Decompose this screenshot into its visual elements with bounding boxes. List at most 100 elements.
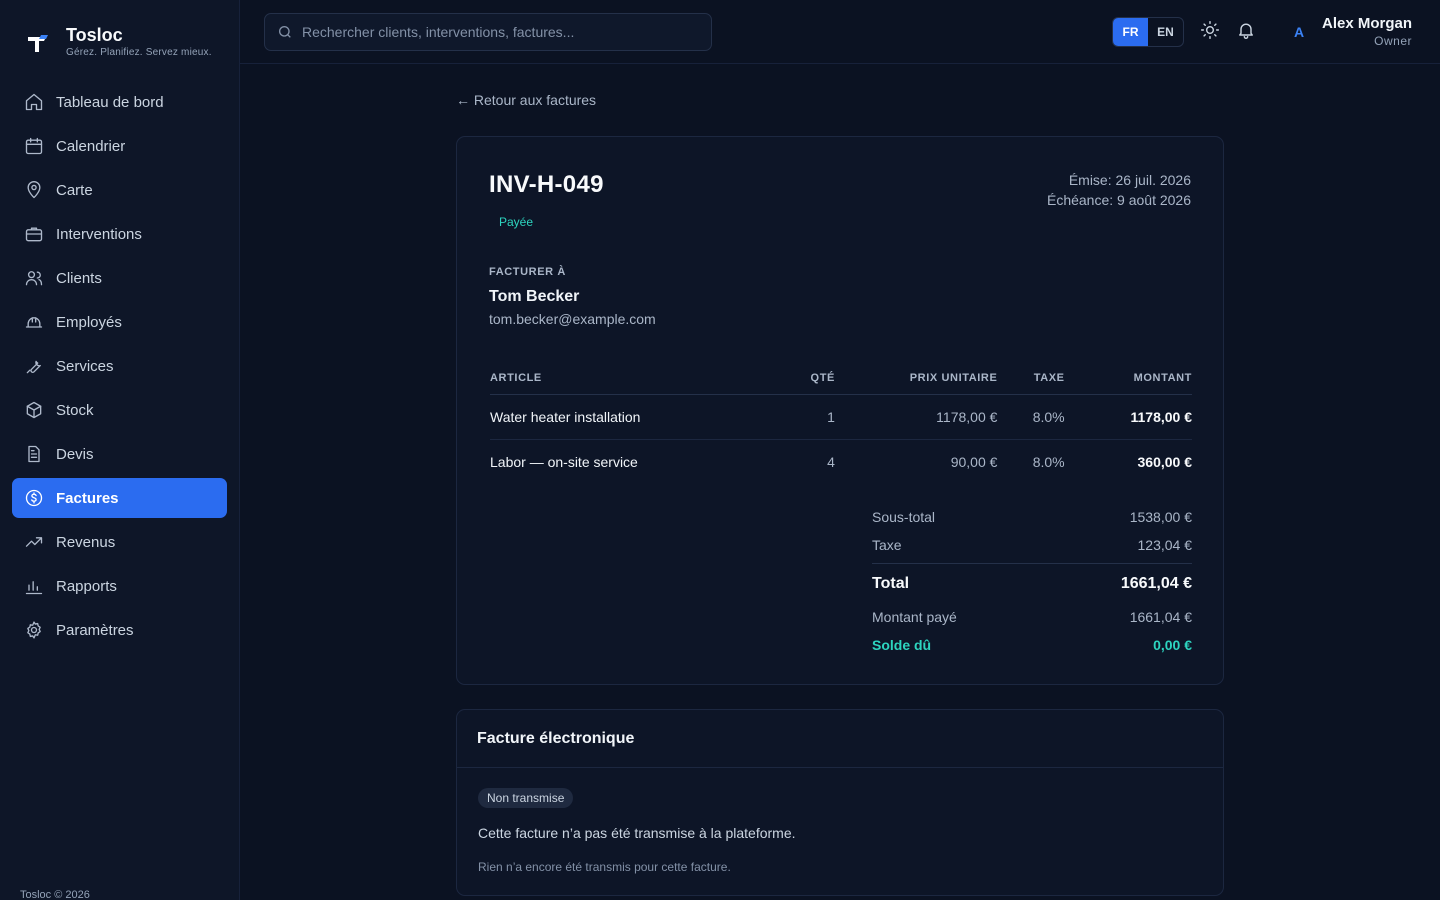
sidebar-item-revenue[interactable]: Revenus — [12, 522, 227, 562]
balance-due-label: Solde dû — [872, 637, 932, 653]
sidebar-item-dashboard[interactable]: Tableau de bord — [12, 82, 227, 122]
item-qty: 1 — [790, 394, 835, 440]
lang-en-button[interactable]: EN — [1148, 18, 1183, 46]
item-tax: 8.0% — [1032, 453, 1065, 470]
lang-fr-button[interactable]: FR — [1113, 18, 1148, 46]
sidebar-item-stock[interactable]: Stock — [12, 390, 227, 430]
bill-to-label: FACTURER À — [489, 266, 566, 278]
trending-up-icon — [25, 537, 43, 547]
invoice-items-table: ARTICLE QTÉ PRIX UNITAIRE TAXE MONTANT W… — [490, 362, 1192, 484]
sidebar-item-label: Stock — [56, 401, 94, 419]
tax-value: 123,04 € — [1137, 537, 1193, 553]
column-header-qty: QTÉ — [790, 362, 835, 395]
invoice-card: INV-H-049 Payée Émise: 26 juil. 2026 Éch… — [456, 136, 1224, 685]
sidebar-item-label: Factures — [56, 489, 119, 507]
document-icon — [28, 445, 40, 463]
bell-icon — [1239, 23, 1253, 39]
tax-row: Taxe 123,04 € — [872, 531, 1192, 559]
sidebar-item-label: Paramètres — [56, 621, 134, 639]
amount-paid-value: 1661,04 € — [1129, 609, 1192, 625]
sidebar-item-settings[interactable]: Paramètres — [12, 610, 227, 650]
total-label: Total — [872, 574, 910, 592]
sidebar-item-interventions[interactable]: Interventions — [12, 214, 227, 254]
client-name: Tom Becker — [489, 288, 580, 305]
top-header: FR EN A Alex Morgan Owner — [240, 0, 1440, 64]
users-icon — [25, 271, 43, 286]
sidebar-item-label: Carte — [56, 181, 93, 199]
invoice-dates: Émise: 26 juil. 2026 Échéance: 9 août 20… — [1047, 170, 1191, 210]
brand[interactable]: Tosloc Gérez. Planifiez. Servez mieux. — [24, 24, 212, 58]
calendar-icon — [25, 137, 43, 155]
sidebar-item-map[interactable]: Carte — [12, 170, 227, 210]
sidebar-item-label: Revenus — [56, 533, 116, 551]
language-switcher: FR EN — [1112, 17, 1184, 47]
brand-logo-icon — [28, 35, 48, 52]
search-bar[interactable] — [264, 13, 712, 51]
home-icon — [25, 93, 43, 111]
item-unit-price: 1178,00 € — [834, 394, 998, 440]
e-invoice-card: Facture électronique Non transmise Cette… — [456, 709, 1224, 896]
notifications-button[interactable] — [1236, 20, 1258, 42]
sidebar-item-reports[interactable]: Rapports — [12, 566, 227, 606]
column-header-article: ARTICLE — [490, 362, 791, 395]
sidebar-item-employees[interactable]: Employés — [12, 302, 227, 342]
back-to-invoices-link[interactable]: ← Retour aux factures — [456, 92, 596, 108]
hard-hat-icon — [25, 317, 43, 328]
briefcase-icon — [25, 227, 43, 242]
item-tax: 8.0% — [997, 394, 1065, 440]
item-amount: 1178,00 € — [1064, 394, 1192, 440]
user-role: Owner — [1374, 34, 1412, 48]
sidebar-item-label: Interventions — [56, 225, 142, 243]
search-icon — [279, 26, 291, 38]
sidebar-item-label: Services — [56, 357, 114, 375]
e-invoice-note: Rien n’a encore été transmis pour cette … — [478, 860, 731, 874]
sidebar-footer: Tosloc © 2026 — [20, 889, 90, 900]
gear-icon — [27, 621, 41, 639]
theme-toggle-button[interactable] — [1200, 20, 1222, 42]
sidebar-item-label: Tableau de bord — [56, 93, 164, 111]
sidebar-item-label: Rapports — [56, 577, 117, 595]
sidebar-item-invoices[interactable]: Factures — [12, 478, 227, 518]
issue-date: Émise: 26 juil. 2026 — [1068, 172, 1191, 188]
map-pin-icon — [27, 181, 41, 199]
divider — [457, 767, 1223, 768]
sidebar-item-calendar[interactable]: Calendrier — [12, 126, 227, 166]
sidebar-item-label: Clients — [56, 269, 102, 287]
sidebar-item-services[interactable]: Services — [12, 346, 227, 386]
sidebar: Tosloc Gérez. Planifiez. Servez mieux. T… — [0, 0, 240, 900]
balance-due-value: 0,00 € — [1153, 637, 1192, 653]
item-unit-price: 90,00 € — [950, 453, 998, 470]
subtotal-row: Sous-total 1538,00 € — [872, 503, 1192, 531]
user-menu[interactable]: Alex Morgan Owner — [1322, 15, 1412, 48]
e-invoice-description: Cette facture n’a pas été transmise à la… — [478, 825, 796, 841]
status-badge: Payée — [499, 215, 534, 229]
search-input[interactable] — [302, 24, 702, 40]
user-name: Alex Morgan — [1321, 15, 1412, 32]
brand-tagline: Gérez. Planifiez. Servez mieux. — [66, 47, 212, 58]
wrench-icon — [26, 360, 41, 374]
column-header-amount: MONTANT — [1064, 362, 1192, 395]
sun-icon — [1200, 20, 1220, 40]
table-header-row: ARTICLE QTÉ PRIX UNITAIRE TAXE MONTANT — [490, 362, 1192, 395]
balance-due-row: Solde dû 0,00 € — [872, 631, 1192, 659]
total-row: Total 1661,04 € — [872, 563, 1192, 603]
sidebar-item-label: Devis — [56, 445, 94, 463]
total-value: 1661,04 € — [1120, 574, 1192, 592]
sidebar-item-label: Employés — [56, 313, 122, 331]
sidebar-nav: Tableau de bord Calendrier Carte Interve… — [12, 82, 227, 654]
invoice-totals: Sous-total 1538,00 € Taxe 123,04 € Total… — [872, 503, 1192, 659]
sidebar-item-clients[interactable]: Clients — [12, 258, 227, 298]
dollar-circle-icon — [25, 489, 43, 507]
package-icon — [26, 401, 42, 419]
transmission-status-badge: Non transmise — [478, 788, 574, 808]
sidebar-item-label: Calendrier — [56, 137, 126, 155]
subtotal-label: Sous-total — [872, 509, 936, 525]
sidebar-item-quotes[interactable]: Devis — [12, 434, 227, 474]
tax-label: Taxe — [872, 537, 902, 553]
client-email: tom.becker@example.com — [489, 311, 656, 327]
item-qty: 4 — [827, 453, 835, 470]
item-article: Water heater installation — [490, 394, 791, 440]
avatar[interactable]: A — [1287, 20, 1311, 44]
item-article: Labor — on-site service — [490, 453, 638, 470]
table-row: Labor — on-site service 4 90,00 € 8.0% 3… — [490, 439, 1192, 484]
